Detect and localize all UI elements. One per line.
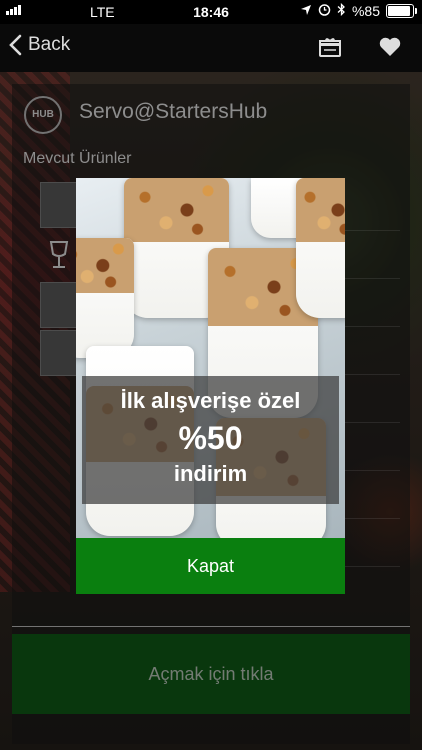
gift-icon[interactable] [318,36,342,63]
promo-headline: İlk alışverişe özel [120,388,301,413]
nav-bar: Back [0,24,422,72]
promo-image: İlk alışverişe özel %50 indirim [76,178,345,538]
battery-percent: %85 [351,3,380,19]
heart-icon[interactable] [378,36,402,63]
chevron-left-icon [8,34,22,56]
battery-icon [386,4,417,18]
promo-text-box: İlk alışverişe özel %50 indirim [82,376,339,504]
bluetooth-icon [337,2,346,19]
back-button[interactable]: Back [8,34,70,56]
promo-subtitle: indirim [173,461,248,486]
promo-modal: İlk alışverişe özel %50 indirim Kapat [76,178,345,594]
back-label: Back [28,34,71,55]
promo-discount: %50 [178,420,243,456]
status-bar: LTE 18:46 %85 [0,0,422,24]
close-button[interactable]: Kapat [76,538,345,594]
location-icon [300,3,312,19]
alarm-icon [318,3,331,19]
